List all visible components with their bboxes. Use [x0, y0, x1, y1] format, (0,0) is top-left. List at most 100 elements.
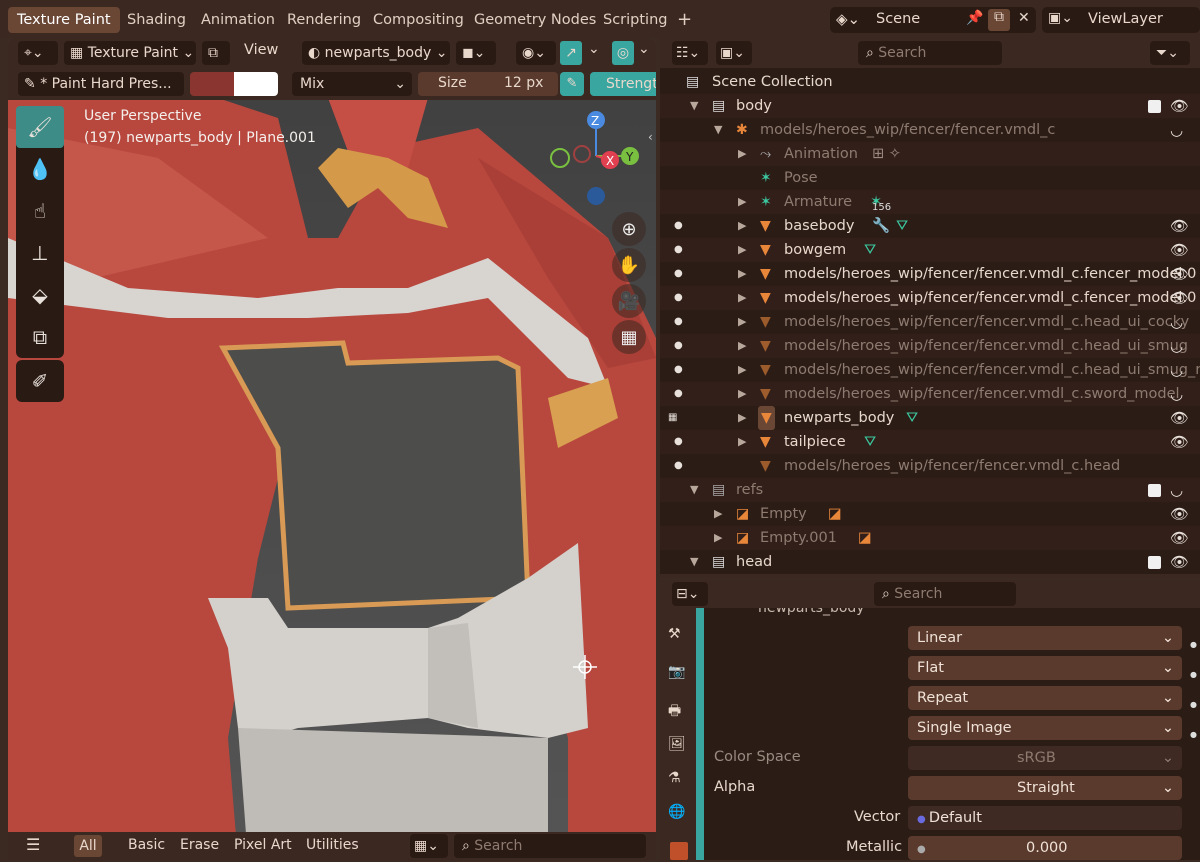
- tree-row-bowgem[interactable]: ● ▶ ▼ bowgem ⛛ 👁: [660, 238, 1200, 262]
- tree-row-refs[interactable]: ▼ ▤ refs ◡: [660, 478, 1200, 502]
- scene-selector[interactable]: ◈⌄ Scene 📌 ⧉ ✕: [830, 7, 1036, 33]
- eye-icon[interactable]: 👁: [1170, 550, 1189, 574]
- gizmo-toggle-icon[interactable]: ↗: [560, 41, 582, 65]
- eye-icon[interactable]: 👁: [1170, 526, 1189, 550]
- expand-chevron-icon[interactable]: ▶: [738, 214, 746, 238]
- expand-chevron-icon[interactable]: ▼: [714, 118, 722, 142]
- outliner-scrollbar[interactable]: [660, 574, 1200, 578]
- expand-chevron-icon[interactable]: ▶: [738, 382, 746, 406]
- gizmo-dropdown-icon[interactable]: ⌄: [588, 41, 600, 57]
- expand-chevron-icon[interactable]: ▶: [738, 238, 746, 262]
- mask-tool-icon[interactable]: ⧉: [16, 316, 64, 358]
- properties-search-input[interactable]: ⌕ Search: [874, 582, 1016, 606]
- primary-color-swatch[interactable]: [190, 72, 234, 96]
- checkbox-icon[interactable]: [1148, 556, 1161, 569]
- tree-row-head-model[interactable]: ● ▼ models/heroes_wip/fencer/fencer.vmdl…: [660, 454, 1200, 478]
- expand-chevron-icon[interactable]: ▶: [738, 190, 746, 214]
- blend-mode-selector[interactable]: Mix ⌄: [292, 72, 412, 96]
- shelf-tab-utilities[interactable]: Utilities: [306, 837, 359, 853]
- viewport-3d[interactable]: ⌖⌄ ▦ Texture Paint ⌄ ⧉ View ◐ newparts_b…: [8, 38, 656, 860]
- remove-scene-icon[interactable]: ✕: [1018, 10, 1030, 26]
- eye-icon[interactable]: 👁: [1170, 214, 1189, 238]
- eye-icon[interactable]: 👁: [1170, 406, 1189, 430]
- object-selector[interactable]: ◐ newparts_body ⌄: [302, 41, 450, 65]
- tree-row-empty[interactable]: ▶ ◪ Empty ◪ 👁: [660, 502, 1200, 526]
- shelf-search-input[interactable]: ⌕ Search: [454, 834, 646, 858]
- ortho-grid-icon[interactable]: ▦: [612, 320, 646, 354]
- expand-chevron-icon[interactable]: ▶: [738, 310, 746, 334]
- properties-editor-type-icon[interactable]: ⊟⌄: [672, 582, 708, 606]
- eye-icon[interactable]: 👁: [1170, 502, 1189, 526]
- eye-icon[interactable]: 👁: [1170, 238, 1189, 262]
- checkbox-icon[interactable]: [1148, 100, 1161, 113]
- vector-input-socket[interactable]: ● Default: [908, 806, 1182, 830]
- sidebar-toggle-icon[interactable]: ‹: [648, 130, 653, 144]
- eye-closed-icon[interactable]: ◡: [1170, 118, 1183, 142]
- display-mode-icon[interactable]: ▣⌄: [716, 41, 752, 65]
- expand-chevron-icon[interactable]: ▼: [690, 478, 698, 502]
- tree-row-armature-object[interactable]: ▼ ✱ models/heroes_wip/fencer/fencer.vmdl…: [660, 118, 1200, 142]
- mode-selector[interactable]: ▦ Texture Paint ⌄: [64, 41, 196, 65]
- expand-chevron-icon[interactable]: ▶: [738, 430, 746, 454]
- projection-dropdown[interactable]: Flat ⌄: [908, 656, 1182, 680]
- interpolation-dropdown[interactable]: Linear ⌄: [908, 626, 1182, 650]
- shelf-tab-pixel-art[interactable]: Pixel Art: [234, 837, 292, 853]
- tab-shading[interactable]: Shading: [118, 7, 195, 33]
- eye-closed-icon[interactable]: ◡: [1170, 358, 1183, 382]
- overlay-toggle-icon[interactable]: ◎: [612, 41, 634, 65]
- eye-closed-icon[interactable]: ◡: [1170, 310, 1183, 334]
- source-dropdown[interactable]: Single Image ⌄: [908, 716, 1182, 740]
- expand-chevron-icon[interactable]: ▶: [714, 502, 722, 526]
- expand-chevron-icon[interactable]: ▶: [714, 526, 722, 550]
- soften-icon[interactable]: 💧: [16, 148, 64, 190]
- color-space-dropdown[interactable]: sRGB ⌄: [908, 746, 1182, 770]
- shelf-tab-all[interactable]: All: [74, 835, 102, 857]
- tab-scripting[interactable]: Scripting: [594, 7, 676, 33]
- tree-row-fencer-model-1[interactable]: ● ▶ ▼ models/heroes_wip/fencer/fencer.vm…: [660, 262, 1200, 286]
- expand-chevron-icon[interactable]: ▶: [738, 334, 746, 358]
- scene-props-icon[interactable]: ⚗: [668, 770, 681, 786]
- shelf-tab-basic[interactable]: Basic: [128, 837, 165, 853]
- zoom-icon[interactable]: ⊕: [612, 212, 646, 246]
- tree-row-empty-001[interactable]: ▶ ◪ Empty.001 ◪ 👁: [660, 526, 1200, 550]
- expand-chevron-icon[interactable]: ▼: [690, 550, 698, 574]
- tree-row-head-ui-smug-r[interactable]: ● ▶ ▼ models/heroes_wip/fencer/fencer.vm…: [660, 358, 1200, 382]
- expand-chevron-icon[interactable]: ▶: [738, 358, 746, 382]
- image-datablock-row[interactable]: newparts_body: [718, 608, 1188, 618]
- tab-rendering[interactable]: Rendering: [278, 7, 370, 33]
- fill-icon[interactable]: ⬙: [16, 274, 64, 316]
- tab-animation[interactable]: Animation: [192, 7, 284, 33]
- pressure-size-icon[interactable]: ✎: [560, 72, 584, 96]
- new-scene-icon[interactable]: ⧉: [988, 9, 1010, 31]
- view-layer-icon[interactable]: 🖼: [668, 736, 686, 752]
- tree-row-tailpiece[interactable]: ● ▶ ▼ tailpiece ⛛ 👁: [660, 430, 1200, 454]
- checkbox-icon[interactable]: [1148, 484, 1161, 497]
- visibility-icon[interactable]: ◉⌄: [516, 41, 556, 65]
- size-field[interactable]: Size 12 px: [418, 72, 558, 96]
- tree-row-fencer-model-2[interactable]: ● ▶ ▼ models/heroes_wip/fencer/fencer.vm…: [660, 286, 1200, 310]
- tab-texture-paint[interactable]: Texture Paint: [8, 7, 120, 33]
- clone-icon[interactable]: ⊥: [16, 232, 64, 274]
- output-icon[interactable]: 🖶: [668, 700, 681, 724]
- smear-icon[interactable]: ☝: [16, 190, 64, 232]
- tree-row-head[interactable]: ▼ ▤ head 👁: [660, 550, 1200, 574]
- expand-chevron-icon[interactable]: ▶: [738, 406, 746, 430]
- viewlayer-selector[interactable]: ▣⌄ ViewLayer: [1042, 7, 1200, 33]
- outliner-editor-type-icon[interactable]: ☷⌄: [672, 41, 708, 65]
- secondary-color-swatch[interactable]: [234, 72, 278, 96]
- mask-icon[interactable]: ◼⌄: [456, 41, 496, 65]
- annotate-icon[interactable]: ✐: [16, 360, 64, 402]
- add-workspace-button[interactable]: +: [668, 7, 701, 33]
- shelf-tab-erase[interactable]: Erase: [180, 837, 219, 853]
- pin-icon[interactable]: 📌: [966, 10, 983, 26]
- tree-row-armature[interactable]: ▶ ✶ Armature ✶ 156: [660, 190, 1200, 214]
- filter-icon[interactable]: ⏷⌄: [1150, 41, 1190, 65]
- camera-icon[interactable]: 🎥: [612, 284, 646, 318]
- tree-row-scene-collection[interactable]: ▤ Scene Collection: [660, 70, 1200, 94]
- expand-chevron-icon[interactable]: ▶: [738, 262, 746, 286]
- eye-icon[interactable]: 👁: [1170, 94, 1189, 118]
- render-icon[interactable]: 📷: [668, 664, 685, 680]
- eye-icon[interactable]: 👁: [1170, 262, 1189, 286]
- eye-closed-icon[interactable]: ◡: [1170, 334, 1183, 358]
- tree-row-body[interactable]: ▼ ▤ body 👁: [660, 94, 1200, 118]
